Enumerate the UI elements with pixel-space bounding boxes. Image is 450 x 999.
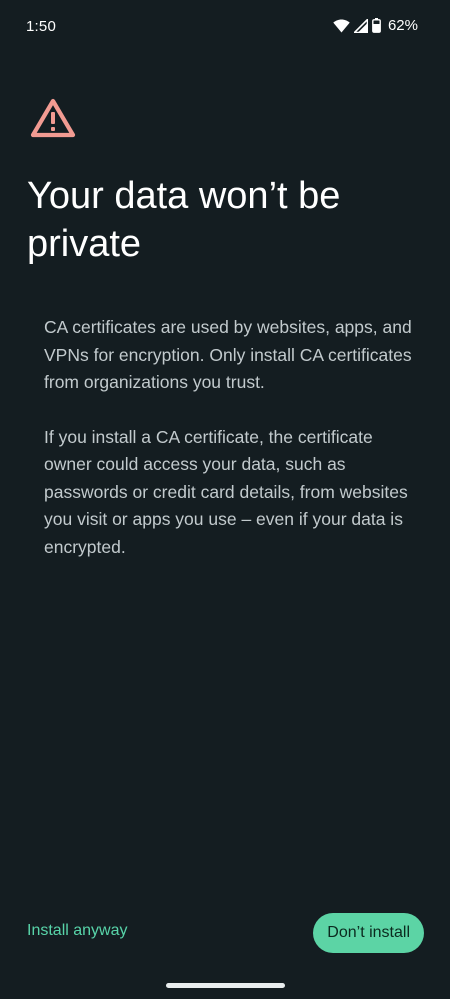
- battery-icon: [372, 18, 381, 33]
- install-anyway-button[interactable]: Install anyway: [27, 922, 128, 940]
- status-icons: 62%: [333, 17, 418, 34]
- dont-install-button[interactable]: Don’t install: [313, 913, 424, 953]
- status-bar: 1:50 62%: [0, 0, 450, 54]
- body-text: CA certificates are used by websites, ap…: [44, 314, 424, 588]
- status-time: 1:50: [26, 18, 56, 35]
- body-paragraph-2: If you install a CA certificate, the cer…: [44, 426, 408, 557]
- cellular-signal-icon: [353, 18, 368, 33]
- battery-percent: 62%: [387, 17, 418, 34]
- body-paragraph-1: CA certificates are used by websites, ap…: [44, 317, 412, 392]
- gesture-navigation-bar[interactable]: [166, 983, 285, 988]
- warning-triangle-icon: [30, 97, 76, 139]
- wifi-icon: [333, 19, 350, 33]
- page-title: Your data won’t be private: [27, 175, 341, 265]
